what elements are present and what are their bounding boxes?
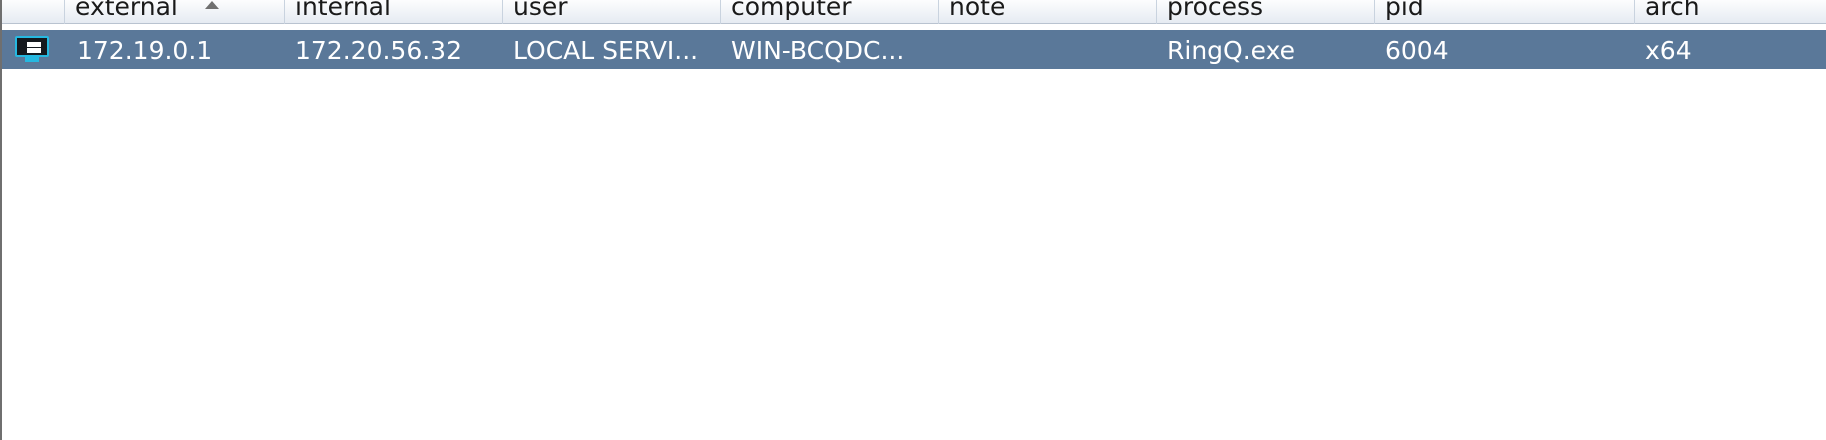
column-header-note[interactable]: note xyxy=(939,0,1157,24)
column-header-user[interactable]: user xyxy=(503,0,721,24)
cell-user: LOCAL SERVI... xyxy=(513,36,699,65)
column-header-pid[interactable]: pid xyxy=(1375,0,1635,24)
session-row[interactable]: 172.19.0.1 172.20.56.32 LOCAL SERVI... W… xyxy=(2,30,1826,69)
column-header-label: computer xyxy=(731,0,852,21)
column-header-internal[interactable]: internal xyxy=(285,0,503,24)
column-header-icon xyxy=(2,0,65,24)
sessions-table: external internal user computer note pro… xyxy=(0,0,1826,440)
column-header-label: note xyxy=(949,0,1006,21)
cell-internal: 172.20.56.32 xyxy=(295,36,462,65)
cell-arch: x64 xyxy=(1645,36,1692,65)
column-header-label: external xyxy=(75,0,178,21)
sort-ascending-icon xyxy=(205,1,219,9)
column-header-label: pid xyxy=(1385,0,1424,21)
column-header-external[interactable]: external xyxy=(65,0,285,24)
table-header: external internal user computer note pro… xyxy=(2,0,1826,24)
column-header-arch[interactable]: arch xyxy=(1635,0,1826,24)
cell-note xyxy=(949,30,1154,69)
column-header-label: user xyxy=(513,0,568,21)
column-header-computer[interactable]: computer xyxy=(721,0,939,24)
cell-pid: 6004 xyxy=(1385,36,1449,65)
cell-process: RingQ.exe xyxy=(1167,36,1296,65)
column-header-label: process xyxy=(1167,0,1264,21)
column-header-label: internal xyxy=(295,0,391,21)
column-header-label: arch xyxy=(1645,0,1700,21)
table-empty-area[interactable] xyxy=(2,69,1826,440)
column-header-process[interactable]: process xyxy=(1157,0,1375,24)
windows-monitor-icon xyxy=(13,36,53,63)
cell-external: 172.19.0.1 xyxy=(77,36,213,65)
cell-computer: WIN-BCQDC... xyxy=(731,36,905,65)
